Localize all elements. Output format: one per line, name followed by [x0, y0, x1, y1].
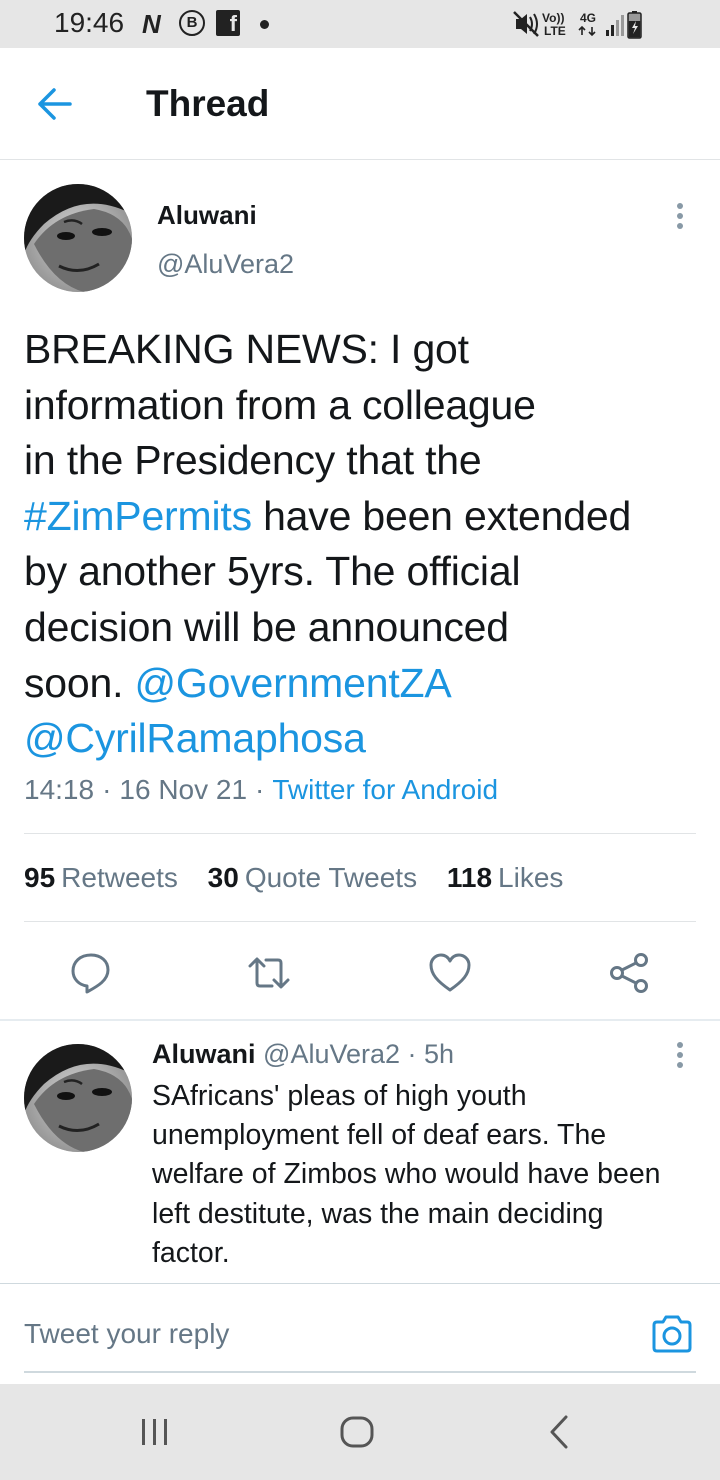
reply-line: left destitute, was the main deciding	[152, 1197, 604, 1230]
network-4g-icon: 4G	[578, 11, 596, 37]
dot-icon	[260, 20, 269, 29]
back-arrow-icon[interactable]	[32, 84, 80, 124]
home-icon[interactable]	[337, 1412, 377, 1452]
thread-header: Thread	[0, 48, 720, 160]
tweet-line: in the Presidency that the	[24, 437, 482, 484]
reply-author-name[interactable]: Aluwani	[152, 1039, 256, 1069]
retweets-label: Retweets	[61, 862, 178, 893]
tweet-line: decision will be announced	[24, 603, 509, 650]
tweet-meta: 14:18 · 16 Nov 21 · Twitter for Android	[24, 774, 498, 806]
like-icon[interactable]	[427, 950, 473, 996]
mention-link[interactable]: @CyrilRamaphosa	[24, 715, 366, 761]
svg-text:Vo)): Vo))	[542, 11, 564, 25]
facebook-icon: f	[216, 10, 240, 36]
retweet-icon[interactable]	[246, 950, 292, 996]
battery-icon	[627, 11, 642, 39]
tweet-source-link[interactable]: Twitter for Android	[272, 774, 498, 805]
mention-link[interactable]: @GovernmentZA	[135, 660, 452, 706]
meta-separator: ·	[102, 774, 112, 805]
svg-text:LTE: LTE	[544, 24, 566, 38]
likes-label: Likes	[498, 862, 564, 893]
recents-icon[interactable]	[135, 1412, 175, 1452]
mute-icon	[513, 11, 539, 37]
reply-line: welfare of Zimbos who would have been	[152, 1158, 661, 1191]
reply-text[interactable]: SAfricans' pleas of high youth unemploym…	[152, 1077, 702, 1273]
quote-tweets-stat[interactable]: 30 Quote Tweets	[208, 862, 417, 893]
more-options-icon[interactable]	[670, 1042, 690, 1078]
page-title: Thread	[146, 83, 270, 124]
quote-tweets-count: 30	[207, 862, 239, 893]
status-right-icons: Vo)) LTE 4G	[512, 8, 672, 40]
reply-header: Aluwani @AluVera2 · 5h	[152, 1039, 454, 1070]
tweet-line: soon. @GovernmentZA	[24, 656, 704, 712]
reply-line: unemployment fell of deaf ears. The	[152, 1119, 607, 1152]
tweet-line: #ZimPermits have been extended	[24, 489, 704, 545]
tweet-stats: 95 Retweets 30 Quote Tweets 118 Likes	[24, 862, 585, 894]
likes-stat[interactable]: 118 Likes	[447, 862, 564, 893]
reply-line: factor.	[152, 1236, 230, 1269]
avatar[interactable]	[24, 184, 132, 292]
signal-icon	[606, 15, 624, 36]
reply-time: 5h	[424, 1039, 455, 1069]
status-bar: 19:46 N B f Vo)) LTE 4G	[0, 0, 720, 48]
n-notification-icon: N	[142, 9, 161, 39]
divider	[24, 921, 696, 922]
volte-icon: Vo)) LTE	[542, 11, 566, 38]
b-notification-icon: B	[179, 10, 205, 36]
tweet-line-text: soon.	[24, 659, 135, 706]
author-name[interactable]: Aluwani	[157, 200, 257, 231]
svg-text:4G: 4G	[580, 11, 596, 25]
system-nav-bar	[0, 1384, 720, 1480]
quote-tweets-label: Quote Tweets	[244, 862, 418, 893]
meta-separator: ·	[255, 774, 265, 805]
retweets-stat[interactable]: 95 Retweets	[24, 862, 178, 893]
back-icon[interactable]	[540, 1412, 580, 1452]
reply-icon[interactable]	[68, 950, 114, 996]
tweet-time: 14:18	[24, 774, 95, 805]
reply-input[interactable]: Tweet your reply	[24, 1318, 229, 1350]
composer-border	[0, 1283, 720, 1284]
tweet-line: information from a colleague	[24, 381, 536, 428]
tweet-line: by another 5yrs. The official	[24, 548, 521, 595]
tweet-actions	[0, 950, 720, 996]
tweet-line-text: have been extended	[251, 492, 632, 539]
likes-count: 118	[446, 862, 493, 893]
tweet-date: 16 Nov 21	[119, 774, 248, 805]
hashtag-link[interactable]: #ZimPermits	[24, 493, 252, 539]
tweet-line: @CyrilRamaphosa	[24, 711, 704, 767]
meta-separator: ·	[400, 1039, 425, 1069]
reply-author-handle[interactable]: @AluVera2	[263, 1039, 400, 1069]
status-time: 19:46	[54, 7, 125, 38]
reply-input-underline	[24, 1371, 696, 1373]
divider	[24, 833, 696, 834]
more-options-icon[interactable]	[670, 203, 690, 239]
tweet-line: BREAKING NEWS: I got	[24, 326, 469, 372]
camera-icon[interactable]	[650, 1313, 694, 1355]
reply-line: SAfricans' pleas of high youth	[152, 1080, 527, 1112]
section-divider	[0, 1019, 720, 1021]
share-icon[interactable]	[607, 950, 653, 996]
tweet-text: BREAKING NEWS: I got information from a …	[24, 322, 704, 767]
retweets-count: 95	[24, 862, 56, 893]
author-handle[interactable]: @AluVera2	[157, 249, 294, 280]
avatar[interactable]	[24, 1044, 132, 1152]
